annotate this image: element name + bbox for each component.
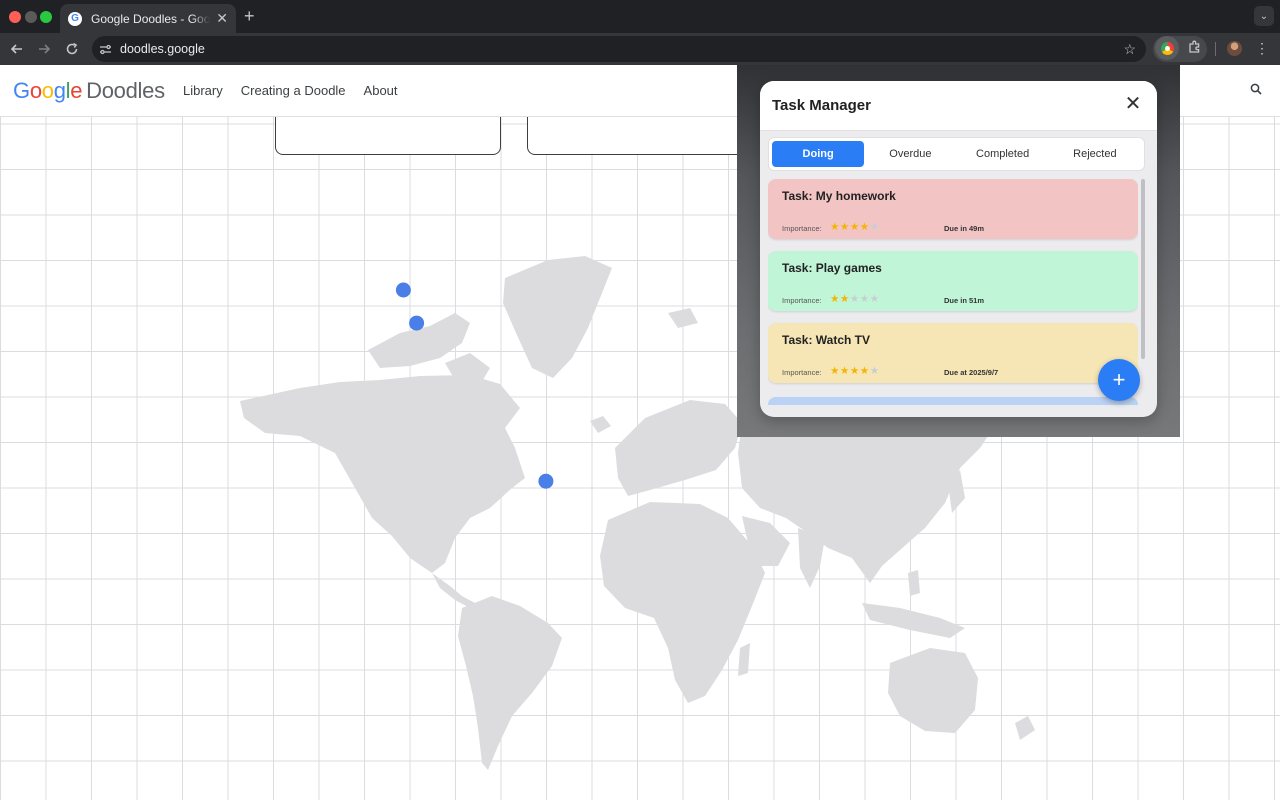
- star-filled-icon: ★: [839, 293, 850, 305]
- forward-arrow-icon[interactable]: [34, 39, 54, 59]
- star-filled-icon: ★: [859, 221, 870, 233]
- site-nav: Library Creating a Doodle About: [183, 83, 398, 98]
- importance-stars: ★★★★★: [830, 365, 880, 377]
- google-wordmark: Google: [13, 78, 83, 103]
- reload-icon[interactable]: [62, 39, 82, 59]
- task-title: Task: My homework: [782, 189, 896, 203]
- star-empty-icon: ★: [849, 293, 860, 305]
- task-card[interactable]: Task: Play games Importance: ★★★★★ Due i…: [768, 251, 1138, 311]
- iceland-landmass: [590, 416, 611, 433]
- madagascar-landmass: [738, 643, 750, 676]
- europe-landmass: [615, 400, 742, 496]
- task-manager-panel: Task Manager ✕ Doing Overdue Completed R…: [760, 81, 1157, 417]
- site-info-tune-icon[interactable]: [98, 42, 112, 56]
- star-filled-icon: ★: [839, 365, 850, 377]
- south-america-landmass: [458, 596, 562, 770]
- philippines-landmass: [908, 570, 920, 596]
- browser-toolbar: doodles.google ☆: [0, 33, 1280, 65]
- star-filled-icon: ★: [830, 221, 840, 233]
- star-filled-icon: ★: [830, 365, 840, 377]
- maximize-window-button[interactable]: [40, 11, 52, 23]
- north-america-landmass: [240, 375, 525, 573]
- task-card[interactable]: Task: Watch TV Importance: ★★★★★ Due at …: [768, 323, 1138, 383]
- google-doodles-logo[interactable]: Google Doodles: [13, 78, 165, 104]
- add-task-button[interactable]: +: [1098, 359, 1140, 401]
- task-manager-title: Task Manager: [772, 97, 871, 114]
- tab-rejected[interactable]: Rejected: [1049, 141, 1141, 167]
- extensions-puzzle-icon[interactable]: [1187, 39, 1203, 55]
- task-card[interactable]: [768, 397, 1138, 405]
- browser-tab-strip: G Google Doodles - Google's Sit ✕ + ⌄: [0, 0, 1280, 33]
- star-filled-icon: ★: [849, 221, 860, 233]
- central-america-landmass: [432, 573, 475, 608]
- tab-doing[interactable]: Doing: [772, 141, 865, 167]
- task-title: Task: Watch TV: [782, 333, 871, 347]
- star-filled-icon: ★: [849, 365, 860, 377]
- indonesia-landmass: [862, 603, 965, 638]
- task-due: Due in 51m: [944, 296, 985, 305]
- importance-label: Importance:: [782, 296, 822, 305]
- tab-close-icon[interactable]: ✕: [216, 10, 228, 27]
- nav-about-link[interactable]: About: [364, 83, 398, 98]
- task-list: Task: My homework Importance: ★★★★★ Due …: [768, 179, 1138, 405]
- bookmark-star-icon[interactable]: ☆: [1123, 41, 1136, 58]
- new-zealand-landmass: [1015, 716, 1035, 740]
- task-title: Task: Play games: [782, 261, 882, 275]
- tab-search-chevron-icon[interactable]: ⌄: [1254, 6, 1274, 26]
- task-due: Due at 2025/9/7: [944, 368, 999, 377]
- star-empty-icon: ★: [869, 221, 880, 233]
- back-arrow-icon[interactable]: [7, 39, 27, 59]
- address-bar[interactable]: doodles.google ☆: [92, 36, 1146, 62]
- importance-stars: ★★★★★: [830, 293, 880, 305]
- task-due: Due in 49m: [944, 224, 985, 233]
- nav-creating-doodle-link[interactable]: Creating a Doodle: [241, 83, 346, 98]
- greenland-landmass: [503, 256, 612, 378]
- star-empty-icon: ★: [859, 293, 870, 305]
- india-landmass: [798, 528, 825, 588]
- importance-label: Importance:: [782, 224, 822, 233]
- toolbar-divider: [1215, 42, 1216, 56]
- doodles-wordmark: Doodles: [86, 78, 165, 103]
- task-manager-header: Task Manager ✕: [760, 81, 1157, 131]
- close-window-button[interactable]: [9, 11, 21, 23]
- star-empty-icon: ★: [869, 365, 880, 377]
- map-marker[interactable]: [409, 315, 425, 331]
- tab-title: Google Doodles - Google's Sit: [91, 11, 211, 26]
- svalbard-landmass: [668, 308, 698, 328]
- tab-completed[interactable]: Completed: [957, 141, 1049, 167]
- google-favicon-icon: G: [68, 11, 82, 26]
- nav-library-link[interactable]: Library: [183, 83, 223, 98]
- star-empty-icon: ★: [869, 293, 880, 305]
- star-filled-icon: ★: [839, 221, 850, 233]
- task-manager-extension-icon[interactable]: [1155, 36, 1179, 60]
- importance-label: Importance:: [782, 368, 822, 377]
- star-filled-icon: ★: [859, 365, 870, 377]
- chrome-menu-three-dots-icon[interactable]: ⋮: [1255, 40, 1269, 57]
- url-text[interactable]: doodles.google: [120, 42, 1123, 56]
- task-list-scrollbar[interactable]: [1141, 179, 1145, 359]
- map-marker[interactable]: [395, 282, 411, 298]
- new-tab-button[interactable]: +: [244, 6, 255, 27]
- tab-overdue[interactable]: Overdue: [864, 141, 956, 167]
- site-search-icon[interactable]: [1250, 83, 1264, 97]
- australia-landmass: [888, 648, 978, 733]
- close-icon[interactable]: ✕: [1123, 94, 1143, 114]
- extension-logo-icon: [1160, 41, 1174, 55]
- task-card[interactable]: Task: My homework Importance: ★★★★★ Due …: [768, 179, 1138, 239]
- importance-stars: ★★★★★: [830, 221, 880, 233]
- browser-tab[interactable]: G Google Doodles - Google's Sit ✕: [60, 4, 236, 33]
- profile-avatar[interactable]: [1227, 41, 1242, 56]
- map-marker[interactable]: [538, 473, 554, 489]
- star-filled-icon: ★: [830, 293, 840, 305]
- task-filter-tabs: Doing Overdue Completed Rejected: [768, 137, 1145, 171]
- minimize-window-button[interactable]: [25, 11, 37, 23]
